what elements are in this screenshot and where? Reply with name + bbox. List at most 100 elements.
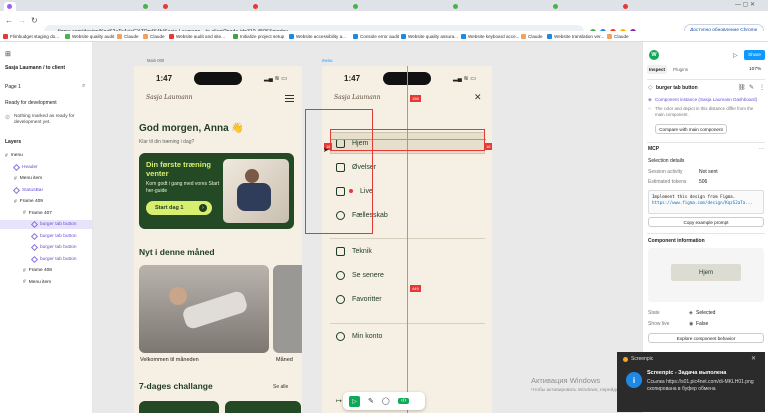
mcp-settings-icon[interactable]: ⋯ — [759, 146, 764, 152]
logout-icon[interactable]: ↦ — [336, 397, 342, 405]
bookmark-favicon-icon — [233, 34, 238, 39]
layer-row[interactable]: # Menu item — [0, 174, 92, 183]
tab-strip: — ▢ ✕ — [0, 0, 768, 11]
measure-badge-right: 16 — [484, 143, 493, 150]
layer-row[interactable]: StatusBar — [0, 186, 92, 195]
bookmark-item[interactable]: Console error audit — [353, 33, 399, 40]
dev-mode-toggle-icon[interactable]: ‹/› — [397, 398, 410, 404]
tab[interactable] — [550, 2, 562, 11]
tab[interactable] — [350, 2, 362, 11]
menu-item[interactable]: Se senere — [336, 266, 384, 284]
bookmark-item[interactable]: Website quality audit — [65, 33, 114, 40]
menu-item-account[interactable]: Min konto — [336, 327, 382, 345]
active-tab[interactable] — [4, 2, 16, 11]
layer-label: Frame 407 — [28, 210, 52, 216]
component-link-icon: ◈ — [648, 97, 652, 103]
dynamic-island — [194, 72, 242, 85]
page-selector[interactable]: Page 1 — [5, 84, 21, 90]
instance-link[interactable]: Component instance (Sasja Laumann Dashbo… — [655, 97, 765, 102]
bookmark-item[interactable]: Website translation ver... — [547, 33, 604, 40]
zoom-level[interactable]: 107% — [749, 67, 761, 72]
frame-label-menu[interactable]: menu — [322, 58, 332, 63]
layer-row[interactable]: Header — [0, 163, 92, 172]
avatar[interactable]: W — [649, 50, 659, 60]
close-icon[interactable]: ✕ — [751, 355, 756, 362]
tab[interactable] — [450, 2, 462, 11]
reload-icon[interactable]: ↻ — [31, 16, 38, 25]
edit-icon[interactable]: ✎ — [749, 84, 754, 91]
challenge-card[interactable] — [139, 401, 219, 413]
tab-inspect[interactable]: Inspect — [647, 65, 667, 74]
search-icon[interactable]: ⌕ — [82, 83, 85, 90]
layer-row[interactable]: burger tab button — [0, 243, 92, 252]
hamburger-icon[interactable] — [285, 95, 294, 102]
tab-plugins[interactable]: Plugins — [673, 67, 688, 72]
share-button[interactable]: Share — [744, 50, 765, 60]
bookmark-item[interactable]: Claude — [607, 33, 629, 40]
layer-row[interactable]: burger tab button — [0, 232, 92, 241]
bookmark-item[interactable]: Website keyboard acce... — [461, 33, 520, 40]
clock-icon — [336, 270, 345, 280]
link-icon[interactable]: ⛓ — [738, 84, 746, 91]
mcp-prompt-box[interactable]: Implement this design from Figma. https:… — [648, 190, 764, 214]
bookmark-item[interactable]: Website quality assura... — [401, 33, 458, 40]
month-video-thumb[interactable] — [139, 265, 269, 353]
window-controls[interactable]: — ▢ ✕ — [735, 1, 755, 8]
play-icon[interactable]: ▷ — [733, 52, 738, 59]
bookmark-item[interactable]: Initialize project setup — [233, 33, 284, 40]
tab[interactable] — [160, 2, 172, 11]
comment-tool-icon[interactable]: ◯ — [382, 397, 390, 405]
layer-row[interactable]: burger tab button — [0, 220, 92, 229]
frame-icon: # — [14, 175, 17, 182]
design-canvas[interactable]: Main 000 menu 1:47 ▂▄ ≋ ▭ Sasja Laumann … — [93, 42, 642, 413]
back-icon[interactable]: ← — [5, 16, 13, 25]
move-tool-icon[interactable]: ▷ — [349, 395, 360, 407]
bookmark-item[interactable]: Flimbudget staging do... — [3, 33, 59, 40]
bookmark-item[interactable]: Website accessibility a... — [289, 33, 346, 40]
layer-row[interactable]: burger tab button — [0, 255, 92, 264]
tokens-label: Estimated tokens — [648, 179, 687, 185]
pen-tool-icon[interactable]: ✎ — [368, 397, 374, 405]
layer-label: Menu item — [19, 176, 43, 181]
forward-icon[interactable]: → — [18, 16, 26, 25]
tab[interactable] — [620, 2, 632, 11]
home-screen-frame[interactable]: 1:47 ▂▄ ≋ ▭ Sasja Laumann God morgen, An… — [134, 66, 302, 413]
bookmark-favicon-icon — [143, 34, 148, 39]
layer-row[interactable]: # Menu item — [0, 278, 92, 287]
tab[interactable] — [140, 2, 152, 11]
menu-item[interactable]: Favoritter — [336, 290, 382, 308]
bookmarks-bar: Flimbudget staging do... Website quality … — [0, 31, 768, 42]
bookmark-item[interactable]: Website audit and site... — [169, 33, 225, 40]
explore-behavior-button[interactable]: Explore component behavior — [648, 333, 764, 343]
bookmark-favicon-icon — [169, 34, 174, 39]
see-all-link[interactable]: Se alle — [273, 384, 288, 390]
bookmark-item[interactable]: Claude — [521, 33, 543, 40]
layer-row[interactable]: # menu — [0, 151, 92, 160]
start-day-button[interactable]: Start dag 1 › — [146, 201, 212, 215]
frame-label-main[interactable]: Main 000 — [147, 58, 164, 63]
start-card[interactable]: Din første træning venter Kom godt i gan… — [139, 153, 294, 229]
notification-toast[interactable]: Screenpic ✕ i Screenpic - Задача выполен… — [617, 352, 765, 412]
challenge-card-2[interactable] — [225, 401, 301, 413]
month-video-thumb-2[interactable] — [273, 265, 302, 353]
bookmark-item[interactable]: Claude — [117, 33, 139, 40]
copy-prompt-button[interactable]: Copy example prompt — [648, 217, 764, 227]
compare-button[interactable]: Compare with main component — [655, 124, 727, 134]
layer-row[interactable]: # Frame 408 — [0, 266, 92, 275]
tab[interactable] — [250, 2, 262, 11]
show-live-label: Show live — [648, 321, 670, 327]
layer-row[interactable]: # Frame 409 — [0, 197, 92, 206]
bookmark-item[interactable]: Claude — [143, 33, 165, 40]
project-title[interactable]: Sasja Laumann / to client — [5, 65, 65, 71]
new-this-month-heading: Nyt i denne måned — [139, 247, 215, 257]
figma-menu-icon[interactable]: ⊞ — [5, 50, 11, 58]
bookmark-label: Website keyboard acce... — [468, 34, 520, 39]
greeting-sub: Klar til din træning i dag? — [139, 139, 195, 145]
bookmark-label: Initialize project setup — [240, 34, 285, 39]
close-icon[interactable]: ✕ — [474, 92, 482, 103]
more-icon[interactable]: ⋮ — [759, 84, 765, 91]
layer-row[interactable]: # Frame 407 — [0, 209, 92, 218]
bookmark-favicon-icon — [401, 34, 406, 39]
menu-item[interactable]: Teknik — [336, 242, 372, 260]
bookmark-label: Website translation ver... — [554, 34, 605, 39]
